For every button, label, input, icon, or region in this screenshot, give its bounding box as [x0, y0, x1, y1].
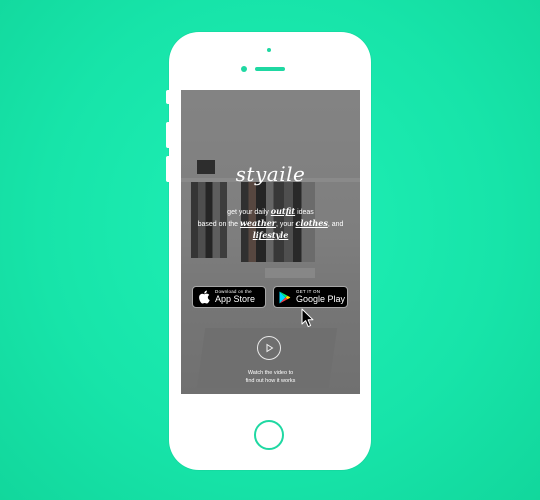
app-store-button[interactable]: Download on the App Store	[192, 286, 266, 308]
app-logo: styaile	[235, 162, 306, 186]
google-play-button[interactable]: GET IT ON Google Play	[273, 286, 348, 308]
home-button[interactable]	[254, 420, 284, 450]
apple-icon	[197, 290, 211, 304]
tagline-line-1: get your daily outfit ideas	[227, 206, 314, 216]
app-screen: styaile get your daily outfit ideas base…	[181, 90, 360, 408]
phone-mute-switch	[166, 90, 169, 104]
watch-video-line-2: find out how it works	[245, 378, 296, 384]
google-play-icon	[278, 290, 292, 304]
tagline-lifestyle: lifestyle	[252, 230, 289, 240]
tagline: get your daily outfit ideas based on the…	[185, 206, 356, 242]
tagline-line-2: based on the weather, your clothes, and	[197, 218, 344, 228]
tagline-weather: weather	[240, 218, 277, 228]
google-play-big-label: Google Play	[296, 294, 346, 305]
play-icon	[266, 343, 274, 353]
phone-volume-down	[166, 156, 169, 182]
screen-bottom-bar	[181, 394, 360, 408]
phone-sensor	[267, 48, 271, 52]
watch-video-caption[interactable]: Watch the video to find out how it works	[181, 369, 360, 385]
watch-video-line-1: Watch the video to	[247, 370, 294, 376]
screen-overlay	[181, 90, 360, 408]
phone-volume-up	[166, 122, 169, 148]
app-store-big-label: App Store	[215, 294, 256, 305]
mouse-cursor-icon	[301, 308, 314, 328]
phone-camera	[241, 66, 247, 72]
tagline-line-3: lifestyle	[185, 230, 356, 242]
tagline-clothes: clothes	[295, 218, 328, 228]
play-video-button[interactable]	[257, 336, 281, 360]
tagline-outfit: outfit	[270, 206, 296, 216]
phone-speaker	[255, 67, 285, 71]
